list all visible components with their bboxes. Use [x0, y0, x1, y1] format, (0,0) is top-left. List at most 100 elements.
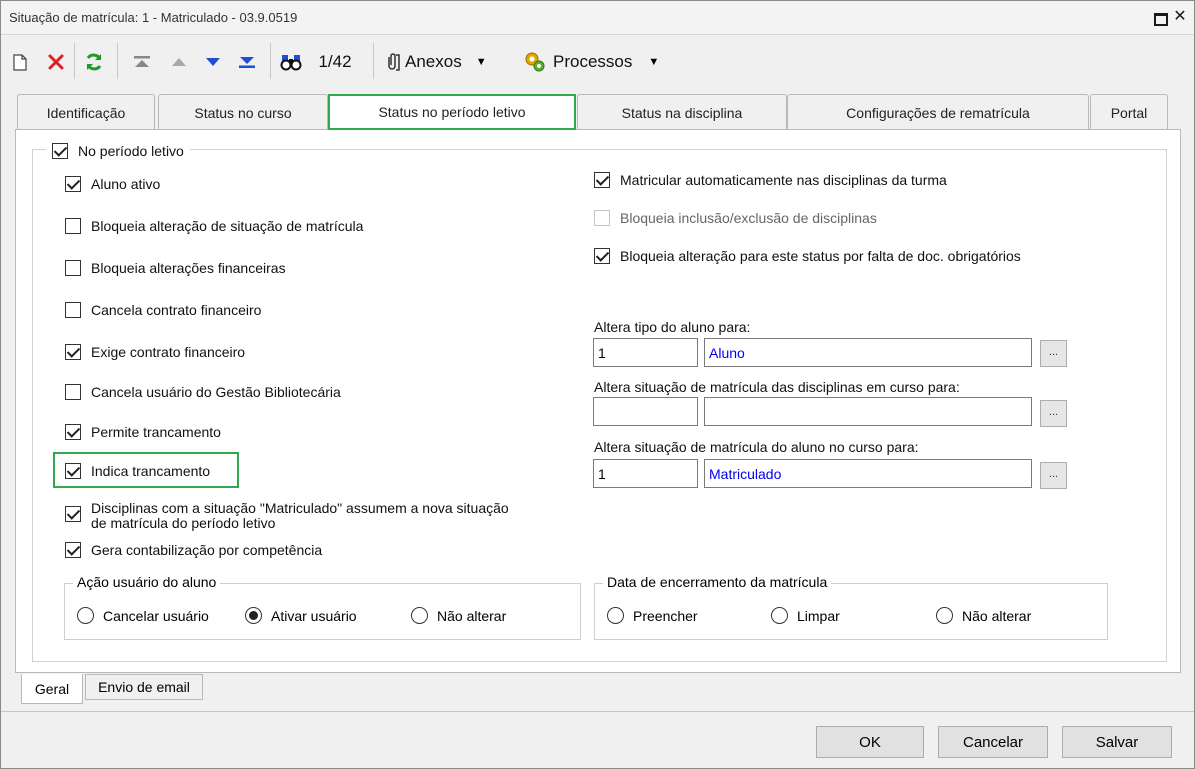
- last-record-button[interactable]: [233, 47, 261, 77]
- cancel-button[interactable]: Cancelar: [938, 726, 1048, 758]
- bloqueia-inclusao-exclusao-checkbox[interactable]: Bloqueia inclusão/exclusão de disciplina…: [594, 209, 877, 227]
- bloqueia-alteracao-situacao-checkbox[interactable]: Bloqueia alteração de situação de matríc…: [65, 217, 363, 235]
- altera-situacao-disciplinas-value-input[interactable]: [704, 397, 1032, 426]
- option-label: Indica trancamento: [91, 463, 211, 479]
- tab-status-no-periodo-letivo[interactable]: Status no período letivo: [328, 94, 576, 130]
- tab-portal[interactable]: Portal: [1090, 94, 1168, 130]
- delete-icon: [48, 54, 64, 70]
- toolbar: 1/42 Anexos ▼ Processos ▼: [1, 37, 1194, 89]
- next-record-icon: [206, 58, 220, 66]
- matricular-automaticamente-checkbox[interactable]: Matricular automaticamente nas disciplin…: [594, 171, 947, 189]
- option-label: Aluno ativo: [91, 176, 161, 192]
- checkbox-box: [52, 143, 68, 159]
- processes-menu[interactable]: Processos ▼: [523, 47, 671, 77]
- previous-record-icon: [172, 58, 186, 66]
- altera-situacao-curso-lookup-button[interactable]: ...: [1040, 462, 1067, 489]
- attachments-menu[interactable]: Anexos ▼: [383, 47, 515, 77]
- option-label: Matricular automaticamente nas disciplin…: [620, 172, 947, 188]
- close-icon[interactable]: ✕: [1172, 9, 1188, 25]
- altera-situacao-disciplinas-code-input[interactable]: [593, 397, 698, 426]
- option-label: Disciplinas com a situação "Matriculado"…: [91, 501, 509, 531]
- indica-trancamento-checkbox[interactable]: Indica trancamento: [65, 462, 210, 480]
- option-label: Gera contabilização por competência: [91, 542, 323, 558]
- processes-label: Processos: [553, 52, 633, 71]
- altera-situacao-disciplinas-label: Altera situação de matrícula das discipl…: [594, 379, 960, 395]
- gears-icon: [525, 52, 545, 72]
- group-label: No período letivo: [78, 143, 184, 159]
- search-button[interactable]: [277, 47, 305, 77]
- cancela-contrato-financeiro-checkbox[interactable]: Cancela contrato financeiro: [65, 301, 261, 319]
- option-label: Cancela contrato financeiro: [91, 302, 262, 318]
- cancela-usuario-gestao-bibliotecaria-checkbox[interactable]: Cancela usuário do Gestão Bibliotecária: [65, 383, 341, 401]
- altera-situacao-curso-code-input[interactable]: 1: [593, 459, 698, 488]
- permite-trancamento-checkbox[interactable]: Permite trancamento: [65, 423, 221, 441]
- tab-identificacao[interactable]: Identificação: [17, 94, 155, 130]
- disciplinas-matriculado-checkbox[interactable]: Disciplinas com a situação "Matriculado"…: [65, 501, 509, 531]
- altera-tipo-aluno-code-input[interactable]: 1: [593, 338, 698, 367]
- radio-cancelar-usuario[interactable]: Cancelar usuário: [77, 607, 209, 624]
- radio-nao-alterar-usuario[interactable]: Não alterar: [411, 607, 506, 624]
- refresh-icon: [86, 53, 102, 71]
- radio-preencher[interactable]: Preencher: [607, 607, 698, 624]
- altera-situacao-curso-value-input[interactable]: Matriculado: [704, 459, 1032, 488]
- maximize-icon[interactable]: [1152, 9, 1168, 26]
- altera-tipo-aluno-value-input[interactable]: Aluno: [704, 338, 1032, 367]
- tab-strip: Identificação Status no curso Status no …: [1, 94, 1194, 130]
- attachments-label: Anexos: [405, 52, 462, 71]
- chevron-down-icon: ▼: [648, 56, 660, 68]
- chevron-down-icon: ▼: [475, 56, 487, 68]
- exige-contrato-financeiro-checkbox[interactable]: Exige contrato financeiro: [65, 343, 245, 361]
- radio-label: Limpar: [797, 607, 840, 624]
- new-document-icon: [13, 53, 27, 71]
- option-label: Exige contrato financeiro: [91, 344, 246, 360]
- record-position: 1/42: [318, 52, 352, 71]
- ok-button[interactable]: OK: [816, 726, 924, 758]
- no-periodo-letivo-checkbox[interactable]: No período letivo: [46, 142, 190, 160]
- binoculars-icon: [280, 55, 302, 71]
- option-label: Bloqueia alteração de situação de matríc…: [91, 218, 364, 234]
- altera-tipo-aluno-label: Altera tipo do aluno para:: [594, 319, 751, 335]
- first-record-button[interactable]: [125, 47, 159, 77]
- radio-nao-alterar-data[interactable]: Não alterar: [936, 607, 1031, 624]
- data-encerramento-frame: Data de encerramento da matrícula Preenc…: [594, 574, 1108, 640]
- window-title: Situação de matrícula: 1 - Matriculado -…: [9, 10, 298, 25]
- acao-usuario-title: Ação usuário do aluno: [73, 574, 221, 590]
- radio-limpar[interactable]: Limpar: [771, 607, 840, 624]
- title-bar: Situação de matrícula: 1 - Matriculado -…: [1, 1, 1194, 35]
- save-button[interactable]: Salvar: [1062, 726, 1172, 758]
- option-label: Bloqueia alteração para este status por …: [620, 248, 1021, 264]
- radio-label: Preencher: [633, 607, 698, 624]
- radio-label: Não alterar: [962, 607, 1032, 624]
- tab-status-no-curso[interactable]: Status no curso: [158, 94, 328, 130]
- option-label: Bloqueia inclusão/exclusão de disciplina…: [620, 210, 877, 226]
- next-record-button[interactable]: [199, 47, 227, 77]
- altera-tipo-aluno-lookup-button[interactable]: ...: [1040, 340, 1067, 367]
- bloqueia-alteracao-status-checkbox[interactable]: Bloqueia alteração para este status por …: [594, 247, 1021, 265]
- tab-content-panel: No período letivo Aluno ativo Bloqueia a…: [15, 129, 1181, 673]
- altera-situacao-disciplinas-lookup-button[interactable]: ...: [1040, 400, 1067, 427]
- previous-record-button[interactable]: [165, 47, 193, 77]
- data-encerramento-title: Data de encerramento da matrícula: [603, 574, 832, 590]
- radio-label: Ativar usuário: [271, 607, 357, 624]
- new-record-button[interactable]: [9, 47, 31, 77]
- gera-contabilizacao-checkbox[interactable]: Gera contabilização por competência: [65, 541, 322, 559]
- delete-button[interactable]: [43, 47, 69, 77]
- option-label: Permite trancamento: [91, 424, 221, 440]
- radio-label: Cancelar usuário: [103, 607, 209, 624]
- first-record-icon: [134, 56, 150, 67]
- refresh-button[interactable]: [81, 47, 107, 77]
- altera-situacao-curso-label: Altera situação de matrícula do aluno no…: [594, 439, 919, 455]
- footer-divider: [1, 711, 1194, 712]
- paperclip-icon: [388, 53, 400, 71]
- last-record-icon: [239, 57, 255, 68]
- dialog-window: Situação de matrícula: 1 - Matriculado -…: [0, 0, 1195, 769]
- tab-envio-de-email[interactable]: Envio de email: [85, 674, 203, 700]
- tab-configuracoes-de-rematricula[interactable]: Configurações de rematrícula: [787, 94, 1089, 130]
- aluno-ativo-checkbox[interactable]: Aluno ativo: [65, 175, 160, 193]
- bloqueia-alteracoes-financeiras-checkbox[interactable]: Bloqueia alterações financeiras: [65, 259, 286, 277]
- tab-geral[interactable]: Geral: [21, 674, 83, 704]
- radio-ativar-usuario[interactable]: Ativar usuário: [245, 607, 357, 624]
- option-label-line1: Disciplinas com a situação "Matriculado"…: [91, 500, 509, 516]
- tab-status-na-disciplina[interactable]: Status na disciplina: [577, 94, 787, 130]
- option-label-line2: de matrícula do período letivo: [91, 515, 276, 531]
